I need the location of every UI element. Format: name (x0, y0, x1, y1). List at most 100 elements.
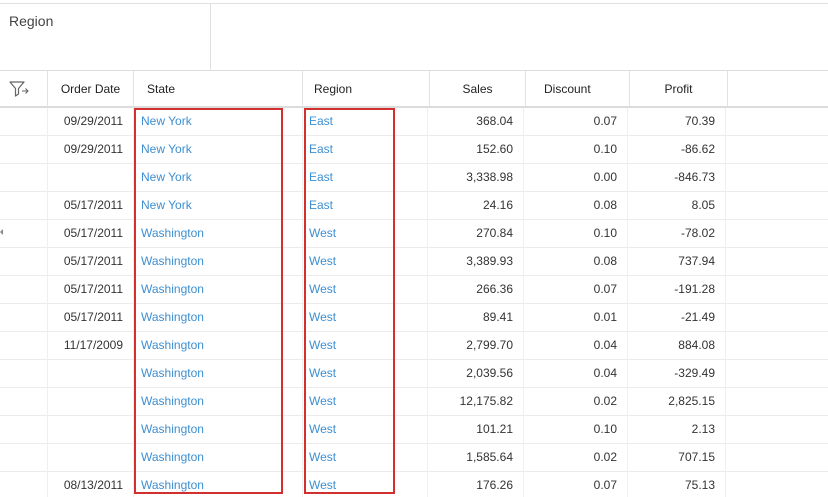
region-link[interactable]: East (303, 136, 428, 164)
order-date-cell: 05/17/2011 (48, 304, 134, 332)
table-header: Order Date State Region Sales Discount P… (0, 70, 828, 108)
discount-cell: 0.08 (524, 192, 628, 220)
sales-cell: 3,338.98 (428, 164, 524, 192)
order-date-cell: 08/13/2011 (48, 472, 134, 497)
table-row[interactable]: Washington West 12,175.82 0.02 2,825.15 (0, 388, 828, 416)
discount-cell: 0.02 (524, 444, 628, 472)
region-filter-title: Region (9, 13, 54, 29)
region-link[interactable]: East (303, 192, 428, 220)
profit-cell: 2.13 (628, 416, 726, 444)
region-link[interactable]: West (303, 416, 428, 444)
state-link[interactable]: New York (134, 136, 303, 164)
state-link[interactable]: Washington (134, 472, 303, 497)
table-row[interactable]: New York East 3,338.98 0.00 -846.73 (0, 164, 828, 192)
order-date-cell: 11/17/2009 (48, 332, 134, 360)
table-row[interactable]: 05/17/2011 Washington West 3,389.93 0.08… (0, 248, 828, 276)
row-spacer-cell (0, 192, 48, 220)
table-row[interactable]: 09/29/2011 New York East 152.60 0.10 -86… (0, 136, 828, 164)
state-link[interactable]: New York (134, 108, 303, 136)
region-link[interactable]: West (303, 472, 428, 497)
discount-cell: 0.10 (524, 136, 628, 164)
sales-cell: 24.16 (428, 192, 524, 220)
sales-cell: 101.21 (428, 416, 524, 444)
state-link[interactable]: Washington (134, 248, 303, 276)
region-link[interactable]: West (303, 332, 428, 360)
region-link[interactable]: West (303, 276, 428, 304)
region-link[interactable]: West (303, 360, 428, 388)
table-row[interactable]: 05/17/2011 Washington West 270.84 0.10 -… (0, 220, 828, 248)
state-link[interactable]: Washington (134, 276, 303, 304)
sales-cell: 2,039.56 (428, 360, 524, 388)
order-date-cell: 05/17/2011 (48, 248, 134, 276)
order-date-cell (48, 444, 134, 472)
region-link[interactable]: East (303, 108, 428, 136)
profit-cell: -846.73 (628, 164, 726, 192)
table-row[interactable]: 05/17/2011 New York East 24.16 0.08 8.05 (0, 192, 828, 220)
discount-cell: 0.04 (524, 332, 628, 360)
collapse-arrow-icon[interactable] (0, 229, 3, 235)
row-spacer-cell (0, 108, 48, 136)
sales-cell: 270.84 (428, 220, 524, 248)
profit-cell: -86.62 (628, 136, 726, 164)
state-link[interactable]: Washington (134, 304, 303, 332)
region-link[interactable]: West (303, 444, 428, 472)
column-header-order-date[interactable]: Order Date (48, 71, 134, 107)
region-link[interactable]: West (303, 220, 428, 248)
sales-cell: 2,799.70 (428, 332, 524, 360)
row-spacer-cell (0, 472, 48, 497)
state-link[interactable]: Washington (134, 444, 303, 472)
profit-cell: 884.08 (628, 332, 726, 360)
sales-cell: 12,175.82 (428, 388, 524, 416)
state-link[interactable]: Washington (134, 388, 303, 416)
discount-cell: 0.10 (524, 220, 628, 248)
state-link[interactable]: Washington (134, 416, 303, 444)
sales-cell: 266.36 (428, 276, 524, 304)
profit-cell: 70.39 (628, 108, 726, 136)
table-row[interactable]: 08/13/2011 Washington West 176.26 0.07 7… (0, 472, 828, 497)
profit-cell: -78.02 (628, 220, 726, 248)
region-link[interactable]: West (303, 304, 428, 332)
row-spacer-cell (0, 136, 48, 164)
region-link[interactable]: West (303, 248, 428, 276)
sales-cell: 3,389.93 (428, 248, 524, 276)
order-date-cell: 09/29/2011 (48, 108, 134, 136)
profit-cell: 2,825.15 (628, 388, 726, 416)
filter-icon[interactable] (9, 81, 29, 97)
profit-cell: 75.13 (628, 472, 726, 497)
column-header-state[interactable]: State (134, 71, 303, 107)
order-date-cell (48, 360, 134, 388)
row-spacer-cell (0, 360, 48, 388)
sales-cell: 89.41 (428, 304, 524, 332)
sales-cell: 1,585.64 (428, 444, 524, 472)
discount-cell: 0.08 (524, 248, 628, 276)
region-filter-panel[interactable]: Region (0, 3, 211, 70)
row-spacer-cell (0, 388, 48, 416)
table-row[interactable]: 05/17/2011 Washington West 266.36 0.07 -… (0, 276, 828, 304)
sales-cell: 152.60 (428, 136, 524, 164)
table-row[interactable]: 09/29/2011 New York East 368.04 0.07 70.… (0, 108, 828, 136)
column-header-discount[interactable]: Discount (526, 71, 630, 107)
order-date-cell: 09/29/2011 (48, 136, 134, 164)
discount-cell: 0.02 (524, 388, 628, 416)
row-spacer-cell (0, 444, 48, 472)
column-header-region[interactable]: Region (303, 71, 430, 107)
state-link[interactable]: New York (134, 164, 303, 192)
profit-cell: 707.15 (628, 444, 726, 472)
table-row[interactable]: 11/17/2009 Washington West 2,799.70 0.04… (0, 332, 828, 360)
state-link[interactable]: Washington (134, 220, 303, 248)
region-link[interactable]: West (303, 388, 428, 416)
table-row[interactable]: Washington West 1,585.64 0.02 707.15 (0, 444, 828, 472)
table-row[interactable]: Washington West 2,039.56 0.04 -329.49 (0, 360, 828, 388)
state-link[interactable]: Washington (134, 332, 303, 360)
row-spacer-cell (0, 332, 48, 360)
table-row[interactable]: Washington West 101.21 0.10 2.13 (0, 416, 828, 444)
row-spacer-cell (0, 276, 48, 304)
filter-header-cell[interactable] (0, 71, 48, 107)
region-link[interactable]: East (303, 164, 428, 192)
profit-cell: 737.94 (628, 248, 726, 276)
column-header-profit[interactable]: Profit (630, 71, 728, 107)
table-row[interactable]: 05/17/2011 Washington West 89.41 0.01 -2… (0, 304, 828, 332)
state-link[interactable]: Washington (134, 360, 303, 388)
state-link[interactable]: New York (134, 192, 303, 220)
column-header-sales[interactable]: Sales (430, 71, 526, 107)
